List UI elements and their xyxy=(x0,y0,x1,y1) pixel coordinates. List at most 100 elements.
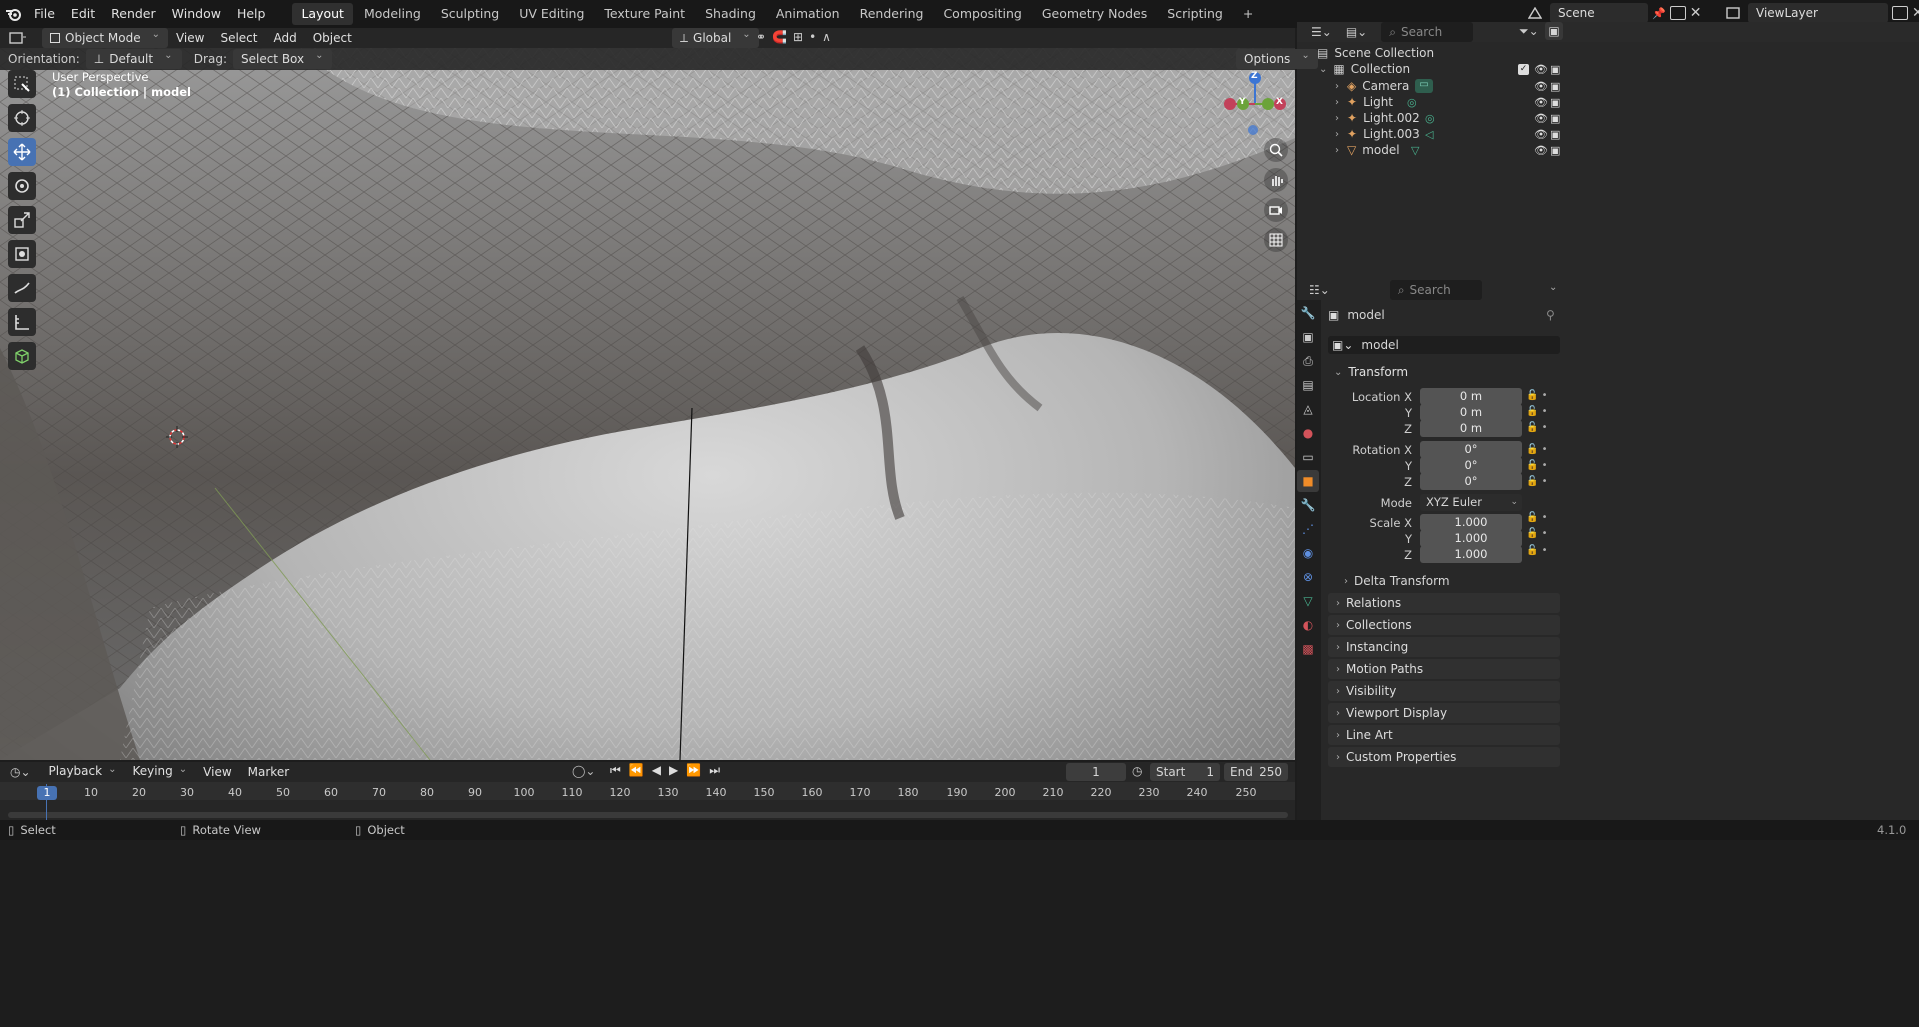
view-menu[interactable]: View xyxy=(168,28,212,48)
tab-rendering[interactable]: Rendering xyxy=(851,3,933,25)
lock-icon[interactable]: 🔓 • xyxy=(1526,442,1556,458)
outliner-row-light[interactable]: › ✦ Light ◎ 👁 ▣ xyxy=(1297,94,1919,110)
expand-arrow-icon[interactable]: › xyxy=(1335,81,1339,92)
lock-icon[interactable]: 🔓 • xyxy=(1526,543,1556,559)
outliner-editor-type-icon[interactable]: ☰⌄ xyxy=(1311,25,1332,39)
collection-visibility-icon[interactable]: 👁 xyxy=(1534,63,1548,76)
line-art-panel[interactable]: › Line Art xyxy=(1328,725,1560,745)
expand-arrow-icon[interactable]: › xyxy=(1335,97,1339,108)
tab-texture-paint[interactable]: Texture Paint xyxy=(595,3,694,25)
camera-view-icon[interactable] xyxy=(1264,198,1288,222)
view-layer-name-field[interactable]: ViewLayer xyxy=(1748,3,1888,23)
lock-icon[interactable]: 🔓 • xyxy=(1526,526,1556,542)
navigation-gizmo[interactable]: Z Y X xyxy=(1222,70,1288,136)
next-keyframe-icon[interactable]: ⏩ xyxy=(686,763,701,778)
select-menu[interactable]: Select xyxy=(212,28,265,48)
light-data-icon[interactable]: ◎ xyxy=(1425,112,1435,125)
blender-logo-icon[interactable] xyxy=(0,7,26,21)
jump-end-icon[interactable]: ⏭ xyxy=(709,763,720,778)
end-frame-field[interactable]: End 250 xyxy=(1224,763,1288,781)
annotate-tool[interactable] xyxy=(8,274,36,302)
lock-icon[interactable]: 🔓 • xyxy=(1526,458,1556,474)
light-data-icon[interactable]: ◎ xyxy=(1407,96,1417,109)
pin-icon[interactable]: 📌 xyxy=(1652,7,1666,20)
play-icon[interactable]: ▶ xyxy=(669,763,678,778)
texture-tab-icon[interactable]: ▩ xyxy=(1297,638,1319,660)
scene-name-field[interactable]: Scene xyxy=(1550,3,1648,23)
clock-icon[interactable]: ◷ xyxy=(1132,764,1142,778)
add-cube-tool[interactable] xyxy=(8,342,36,370)
filter-icon[interactable]: ⏷⌄ xyxy=(1519,24,1539,39)
visibility-eye-icon[interactable]: 👁 xyxy=(1534,80,1548,93)
location-z-field[interactable]: 0 m xyxy=(1420,420,1522,437)
lock-icon[interactable]: 🔓 • xyxy=(1526,474,1556,490)
pan-hand-icon[interactable] xyxy=(1264,168,1288,192)
options-dropdown[interactable]: Options xyxy=(1236,49,1318,69)
rotation-y-field[interactable]: 0° xyxy=(1420,457,1522,474)
visibility-eye-icon[interactable]: 👁 xyxy=(1534,128,1548,141)
select-box-tool[interactable] xyxy=(8,70,36,98)
render-camera-icon[interactable]: ▣ xyxy=(1550,80,1560,93)
render-camera-icon[interactable]: ▣ xyxy=(1550,128,1560,141)
outliner-row-light-002[interactable]: › ✦ Light.002 ◎ 👁 ▣ xyxy=(1297,110,1919,126)
lock-icon[interactable]: 🔓 • xyxy=(1526,420,1556,436)
editor-type-icon[interactable] xyxy=(0,32,36,44)
marker-menu[interactable]: Marker xyxy=(240,762,297,782)
menu-edit[interactable]: Edit xyxy=(63,0,103,28)
pivot-point-icon[interactable]: ⚭ xyxy=(756,30,766,44)
3d-viewport[interactable]: User Perspective (1) Collection | model xyxy=(0,48,1295,760)
playback-menu[interactable]: Playback xyxy=(41,761,125,783)
tab-scripting[interactable]: Scripting xyxy=(1158,3,1232,25)
menu-file[interactable]: File xyxy=(26,0,63,28)
snap-icon[interactable]: 🧲 xyxy=(772,30,787,44)
collection-tab-icon[interactable]: ▭ xyxy=(1297,446,1319,468)
visibility-eye-icon[interactable]: 👁 xyxy=(1534,144,1548,157)
viewport-display-panel[interactable]: › Viewport Display xyxy=(1328,703,1560,723)
lock-icon[interactable]: 🔓 • xyxy=(1526,388,1556,404)
transform-panel-header[interactable]: ⌄ Transform xyxy=(1330,362,1560,382)
prev-keyframe-icon[interactable]: ⏪ xyxy=(629,763,644,778)
spot-light-data-icon[interactable]: ◁ xyxy=(1425,128,1433,141)
location-y-field[interactable]: 0 m xyxy=(1420,404,1522,421)
orientation-dropdown[interactable]: ⊥ Default xyxy=(85,49,182,69)
mode-dropdown[interactable]: Object Mode xyxy=(42,28,168,48)
tab-uv-editing[interactable]: UV Editing xyxy=(510,3,593,25)
tab-modeling[interactable]: Modeling xyxy=(355,3,430,25)
modifier-tab-icon[interactable]: 🔧 xyxy=(1297,494,1319,516)
outliner-row-scene-collection[interactable]: ▤ Scene Collection xyxy=(1297,45,1919,61)
drag-dropdown[interactable]: Select Box xyxy=(232,49,332,69)
object-datablock-icon[interactable]: ▣⌄ xyxy=(1332,338,1353,352)
collections-panel[interactable]: › Collections xyxy=(1328,615,1560,635)
tab-compositing[interactable]: Compositing xyxy=(934,3,1030,25)
pin-icon[interactable]: ⚲ xyxy=(1546,308,1555,322)
outliner-row-light-003[interactable]: › ✦ Light.003 ◁ 👁 ▣ xyxy=(1297,126,1919,142)
timeline-view-menu[interactable]: View xyxy=(195,762,239,782)
playhead-frame-indicator[interactable]: 1 xyxy=(37,786,57,800)
add-menu[interactable]: Add xyxy=(266,28,305,48)
custom-properties-panel[interactable]: › Custom Properties xyxy=(1328,747,1560,767)
motion-paths-panel[interactable]: › Motion Paths xyxy=(1328,659,1560,679)
transform-orientation-dropdown[interactable]: ⟂ Global xyxy=(672,28,759,48)
view-layer-icon[interactable] xyxy=(1722,3,1744,23)
start-frame-field[interactable]: Start 1 xyxy=(1150,763,1220,781)
delete-scene-icon[interactable]: ✕ xyxy=(1690,5,1702,21)
render-camera-icon[interactable]: ▣ xyxy=(1550,96,1560,109)
tab-shading[interactable]: Shading xyxy=(696,3,765,25)
relations-panel[interactable]: › Relations xyxy=(1328,593,1560,613)
visibility-panel[interactable]: › Visibility xyxy=(1328,681,1560,701)
timeline-editor-type-icon[interactable]: ◷⌄ xyxy=(10,765,31,779)
menu-help[interactable]: Help xyxy=(229,0,274,28)
particles-tab-icon[interactable]: ⋰ xyxy=(1297,518,1319,540)
tab-layout[interactable]: Layout xyxy=(292,3,353,25)
keying-menu[interactable]: Keying xyxy=(124,761,195,783)
scale-x-field[interactable]: 1.000 xyxy=(1420,514,1522,531)
properties-search-field[interactable]: ⌕ Search xyxy=(1389,280,1482,300)
outliner-row-camera[interactable]: › ◈ Camera ▭ 👁 ▣ xyxy=(1297,78,1919,94)
delete-view-layer-icon[interactable]: ✕ xyxy=(1912,5,1919,21)
lock-icon[interactable]: 🔓 • xyxy=(1526,404,1556,420)
visibility-eye-icon[interactable]: 👁 xyxy=(1534,96,1548,109)
expand-arrow-icon[interactable]: › xyxy=(1335,145,1339,156)
snap-target-icon[interactable]: ⊞ xyxy=(793,30,803,44)
expand-arrow-icon[interactable]: ⌄ xyxy=(1319,64,1327,75)
camera-data-icon[interactable]: ▭ xyxy=(1415,79,1433,93)
